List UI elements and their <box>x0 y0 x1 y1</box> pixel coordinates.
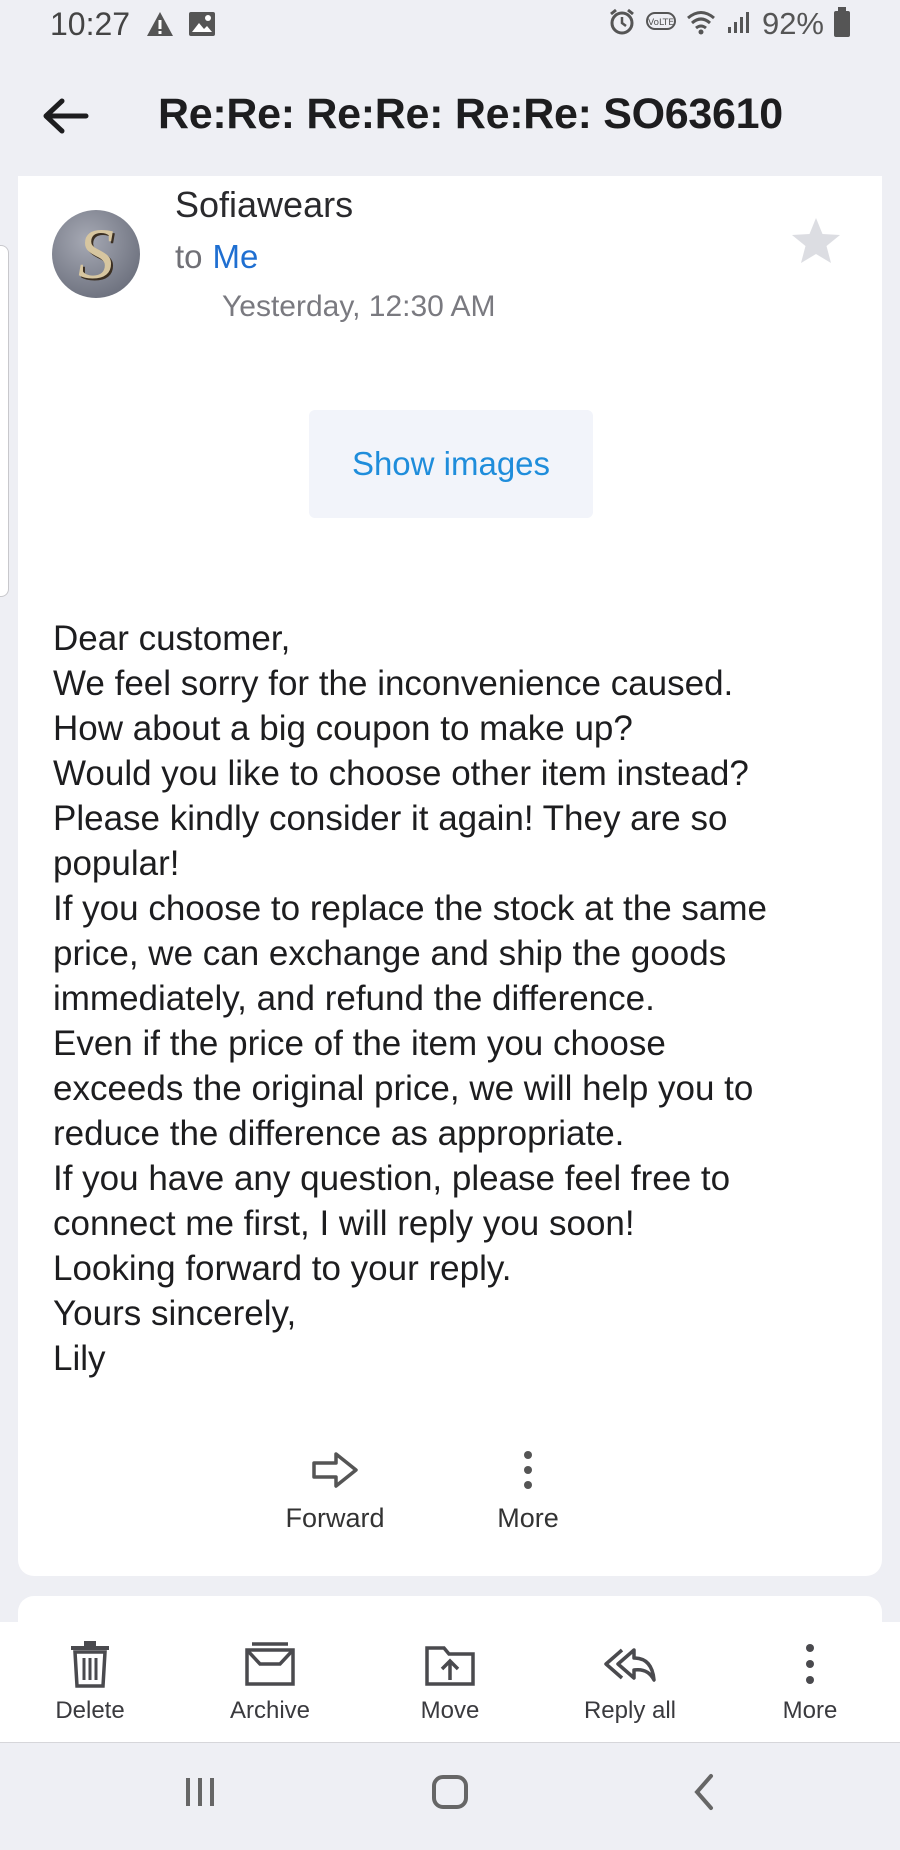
body-line: How about a big coupon to make up? <box>53 709 633 748</box>
reply-all-button[interactable]: Reply all <box>540 1640 720 1725</box>
move-folder-icon <box>425 1646 475 1686</box>
star-button[interactable] <box>790 216 842 271</box>
bottom-toolbar: Delete Archive Move Reply all More <box>0 1622 900 1743</box>
warning-icon <box>146 11 174 42</box>
status-bar: 10:27 VoLTE 92% <box>0 0 900 52</box>
status-right-group: VoLTE 92% <box>608 6 850 42</box>
email-body: Dear customer, We feel sorry for the inc… <box>53 616 883 1381</box>
to-prefix: to <box>175 238 203 275</box>
email-subject: Re:Re: Re:Re: Re:Re: SO63610 <box>158 90 783 138</box>
alarm-icon <box>608 8 636 41</box>
back-nav-button[interactable] <box>685 1772 725 1817</box>
delete-label: Delete <box>55 1697 125 1724</box>
email-header: Re:Re: Re:Re: Re:Re: SO63610 <box>0 60 900 170</box>
more-toolbar-button[interactable]: More <box>720 1640 900 1725</box>
signature-line: Lily <box>53 1339 106 1378</box>
more-toolbar-label: More <box>782 1697 838 1724</box>
body-line: Even if the price of the item you choose… <box>53 1024 754 1153</box>
archive-icon <box>245 1642 295 1686</box>
signal-icon <box>726 9 752 40</box>
image-notification-icon <box>188 11 216 42</box>
move-label: Move <box>420 1697 480 1724</box>
sender-name[interactable]: Sofiawears <box>175 184 353 226</box>
body-line: If you have any question, please feel fr… <box>53 1159 731 1243</box>
body-line: We feel sorry for the inconvenience caus… <box>53 664 734 703</box>
home-icon <box>432 1775 468 1809</box>
wifi-icon <box>686 9 716 40</box>
email-date: Yesterday, 12:30 AM <box>222 290 496 323</box>
avatar-letter: S <box>78 213 114 294</box>
battery-icon <box>834 7 850 37</box>
back-button[interactable] <box>36 86 96 146</box>
status-time: 10:27 <box>50 6 131 42</box>
email-card: S Sofiawears to Me Yesterday, 12:30 AM Sh… <box>18 176 882 1576</box>
body-line: Please kindly consider it again! They ar… <box>53 799 728 883</box>
reply-all-label: Reply all <box>583 1697 677 1724</box>
body-line: Looking forward to your reply. <box>53 1249 512 1288</box>
trash-icon <box>71 1641 109 1688</box>
arrow-left-icon <box>43 98 89 134</box>
recent-apps-button[interactable] <box>180 1772 220 1817</box>
body-line: Would you like to choose other item inst… <box>53 754 749 793</box>
svg-text:VoLTE: VoLTE <box>648 18 674 28</box>
battery-percentage: 92% <box>761 6 824 41</box>
show-images-button[interactable]: Show images <box>309 410 593 518</box>
system-nav-bar <box>0 1744 900 1850</box>
more-actions-button[interactable]: More <box>468 1450 588 1534</box>
recipient-name[interactable]: Me <box>213 238 259 275</box>
body-line: Yours sincerely, <box>53 1294 297 1333</box>
archive-label: Archive <box>229 1697 311 1724</box>
sender-avatar[interactable]: S <box>52 210 140 298</box>
more-vertical-icon <box>806 1644 814 1684</box>
forward-button[interactable]: Forward <box>263 1450 407 1534</box>
forward-arrow-icon <box>312 1452 358 1488</box>
recipient-line: to Me <box>175 238 258 276</box>
star-icon <box>792 218 840 263</box>
chevron-left-icon <box>694 1774 713 1810</box>
volte-icon: VoLTE <box>645 8 676 41</box>
archive-button[interactable]: Archive <box>180 1640 360 1725</box>
more-vertical-icon <box>524 1451 532 1489</box>
recent-apps-icon <box>186 1778 214 1806</box>
reply-all-icon <box>604 1648 656 1682</box>
body-line: If you choose to replace the stock at th… <box>53 889 768 1018</box>
home-button[interactable] <box>430 1772 470 1817</box>
forward-label: Forward <box>285 1503 385 1533</box>
side-drawer-handle[interactable] <box>0 245 9 597</box>
move-button[interactable]: Move <box>360 1640 540 1725</box>
body-line: Dear customer, <box>53 619 291 658</box>
delete-button[interactable]: Delete <box>0 1640 180 1725</box>
more-label: More <box>497 1503 559 1533</box>
